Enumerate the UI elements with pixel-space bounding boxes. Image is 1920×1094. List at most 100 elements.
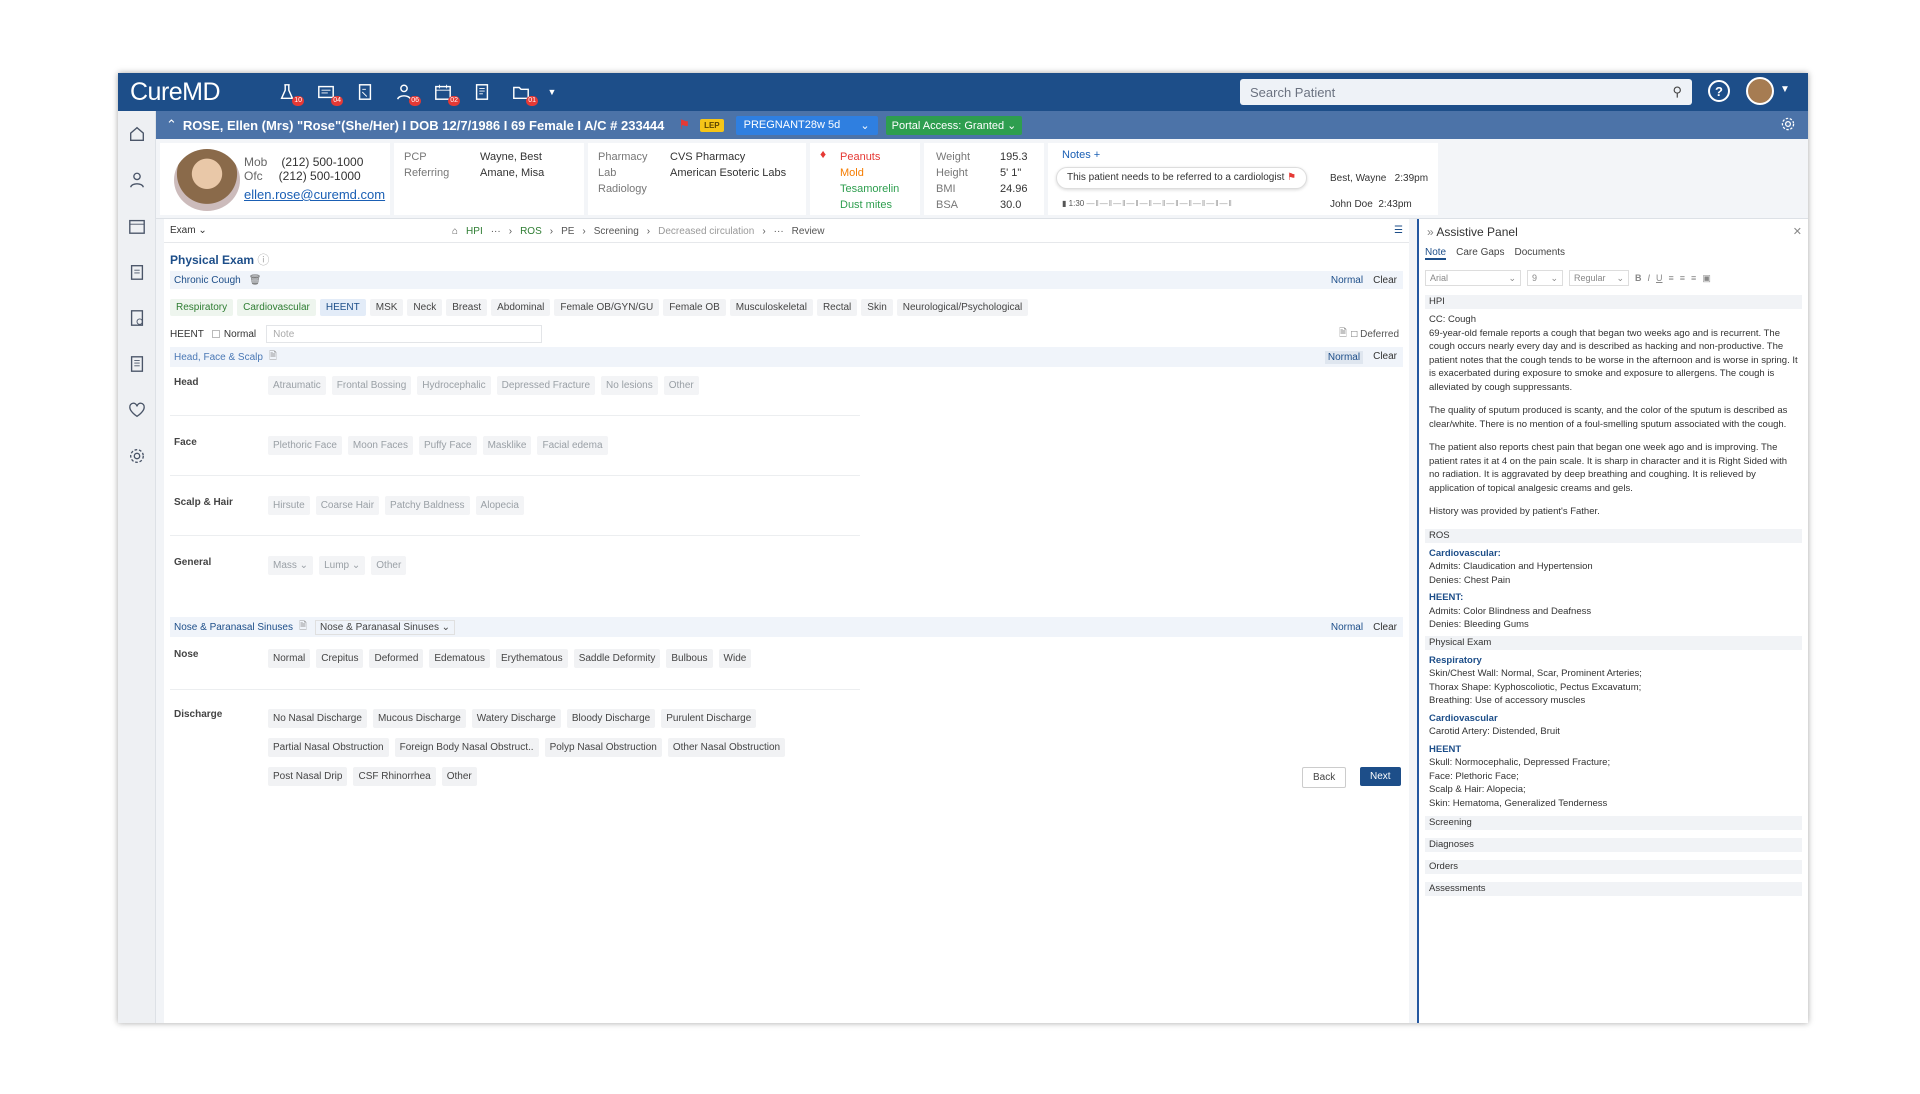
chevron-down-icon[interactable]: ▼ <box>547 81 557 103</box>
note-input[interactable]: Note <box>266 325 543 343</box>
chevron-down-icon[interactable]: ▼ <box>1780 84 1790 95</box>
lump-dropdown[interactable]: Lump ⌄ <box>319 556 366 575</box>
document-icon[interactable]: 🗎 <box>269 349 277 366</box>
tab-care-gaps[interactable]: Care Gaps <box>1456 247 1504 260</box>
tab-documents[interactable]: Documents <box>1514 247 1565 260</box>
lab-icon[interactable]: 10 <box>274 81 304 106</box>
tab-breast[interactable]: Breast <box>446 299 488 316</box>
add-note-link[interactable]: Notes + <box>1062 149 1100 161</box>
portal-access-dropdown[interactable]: Portal Access: Granted ⌄ <box>885 115 1023 135</box>
diagnoses-header[interactable]: Diagnoses <box>1425 838 1802 852</box>
next-button[interactable]: Next <box>1360 767 1401 786</box>
align-center-icon[interactable]: ≡ <box>1680 273 1685 283</box>
finding-chip[interactable]: Saddle Deformity <box>573 649 661 668</box>
finding-chip[interactable]: Other <box>371 556 407 575</box>
tab-respiratory[interactable]: Respiratory <box>170 299 234 316</box>
help-icon[interactable]: ? <box>1708 80 1730 102</box>
finding-chip[interactable]: Wide <box>718 649 752 668</box>
font-select[interactable]: Arial ⌄ <box>1425 270 1521 286</box>
tab-neck[interactable]: Neck <box>407 299 443 316</box>
back-button[interactable]: Back <box>1302 767 1347 788</box>
tab-female-ob[interactable]: Female OB <box>663 299 726 316</box>
flag-icon[interactable]: ⚑ <box>1287 172 1296 183</box>
rx-icon[interactable] <box>352 81 378 103</box>
tab-abdominal[interactable]: Abdominal <box>491 299 551 316</box>
tab-neurological[interactable]: Neurological/Psychological <box>896 299 1029 316</box>
finding-chip[interactable]: Atraumatic <box>268 376 326 395</box>
calendar-icon[interactable]: 02 <box>430 81 460 106</box>
user-icon[interactable] <box>118 157 155 203</box>
breadcrumb-item[interactable]: ··· <box>491 226 501 237</box>
patients-icon[interactable]: 06 <box>391 81 421 106</box>
tab-cardiovascular[interactable]: Cardiovascular <box>237 299 316 316</box>
report-icon[interactable] <box>118 341 155 387</box>
breadcrumb-item[interactable]: ··· <box>774 226 784 237</box>
gear-icon[interactable] <box>1780 116 1796 135</box>
heent-normal-checkbox[interactable] <box>211 330 220 338</box>
weight-select[interactable]: Regular ⌄ <box>1569 270 1629 286</box>
normal-button[interactable]: Normal <box>1324 350 1364 364</box>
document-icon[interactable]: 🗎 <box>299 619 307 636</box>
billing-icon[interactable] <box>118 295 155 341</box>
tab-rectal[interactable]: Rectal <box>816 299 858 316</box>
note-body[interactable]: HPI CC: Cough 69-year-old female reports… <box>1425 291 1802 900</box>
finding-chip[interactable]: Erythematous <box>495 649 568 668</box>
finding-chip[interactable]: Hydrocephalic <box>417 376 491 395</box>
finding-chip[interactable]: Purulent Discharge <box>661 709 757 728</box>
document-icon[interactable] <box>469 81 495 103</box>
finding-chip[interactable]: Other <box>663 376 699 395</box>
settings-icon[interactable] <box>118 433 155 479</box>
messages-icon[interactable]: 04 <box>313 81 343 106</box>
close-icon[interactable]: ✕ <box>1793 225 1802 238</box>
breadcrumb-item[interactable]: PE <box>561 226 574 237</box>
pregnancy-dropdown[interactable]: PREGNANT28w 5d ⌄ <box>735 115 878 135</box>
finding-chip[interactable]: Watery Discharge <box>471 709 561 728</box>
finding-chip[interactable]: Crepitus <box>316 649 364 668</box>
clear-button[interactable]: Clear <box>1373 351 1397 364</box>
info-icon[interactable]: ⓘ <box>257 253 269 267</box>
folder-icon[interactable]: 01 <box>508 81 538 106</box>
finding-chip[interactable]: No Nasal Discharge <box>268 709 367 728</box>
tab-musculoskeletal[interactable]: Musculoskeletal <box>729 299 813 316</box>
screening-header[interactable]: Screening <box>1425 816 1802 830</box>
calendar-icon[interactable] <box>118 203 155 249</box>
tab-note[interactable]: Note <box>1425 247 1447 260</box>
finding-chip[interactable]: Partial Nasal Obstruction <box>268 738 389 757</box>
finding-chip[interactable]: CSF Rhinorrhea <box>353 767 436 786</box>
finding-chip[interactable]: Normal <box>268 649 311 668</box>
user-avatar[interactable] <box>1746 77 1774 105</box>
finding-chip[interactable]: Masklike <box>482 436 532 455</box>
expand-icon[interactable]: » <box>1427 225 1434 239</box>
audio-player[interactable]: ▮ 1:30 —‖—‖—‖—‖—‖—‖—‖—‖—‖—‖—‖ <box>1062 199 1312 209</box>
finding-chip[interactable]: Puffy Face <box>418 436 477 455</box>
tab-female-ob-gyn-gu[interactable]: Female OB/GYN/GU <box>554 299 660 316</box>
mass-dropdown[interactable]: Mass ⌄ <box>268 556 314 575</box>
align-left-icon[interactable]: ≡ <box>1669 273 1674 283</box>
trash-icon[interactable]: 🗑 <box>249 275 262 286</box>
note-bubble[interactable]: This patient needs to be referred to a c… <box>1056 167 1308 189</box>
assessments-header[interactable]: Assessments <box>1425 882 1802 896</box>
filter-icon[interactable]: ☰ <box>1394 225 1403 236</box>
search-input[interactable]: Search Patient ⚲ <box>1240 79 1692 105</box>
breadcrumb-item[interactable]: Screening <box>594 226 639 237</box>
breadcrumb-item[interactable]: Decreased circulation <box>658 226 754 237</box>
tab-heent[interactable]: HEENT <box>319 299 366 316</box>
normal-button[interactable]: Normal <box>1331 275 1363 286</box>
normal-button[interactable]: Normal <box>1331 622 1363 633</box>
curemd-logo[interactable]: CureMD <box>130 78 260 107</box>
finding-chip[interactable]: No lesions <box>601 376 658 395</box>
align-right-icon[interactable]: ≡ <box>1691 273 1696 283</box>
home-icon[interactable] <box>118 111 155 157</box>
exam-dropdown[interactable]: Exam ⌄ <box>170 225 207 236</box>
finding-chip[interactable]: Coarse Hair <box>315 496 380 515</box>
finding-chip[interactable]: Depressed Fracture <box>496 376 596 395</box>
finding-chip[interactable]: Mucous Discharge <box>372 709 466 728</box>
finding-chip[interactable]: Bloody Discharge <box>566 709 656 728</box>
finding-chip[interactable]: Polyp Nasal Obstruction <box>544 738 662 757</box>
clear-button[interactable]: Clear <box>1373 275 1397 286</box>
finding-chip[interactable]: Other <box>441 767 477 786</box>
document-icon[interactable]: 🗎 <box>1339 326 1347 343</box>
tab-skin[interactable]: Skin <box>861 299 893 316</box>
italic-icon[interactable]: I <box>1648 273 1651 283</box>
heart-icon[interactable] <box>118 387 155 433</box>
